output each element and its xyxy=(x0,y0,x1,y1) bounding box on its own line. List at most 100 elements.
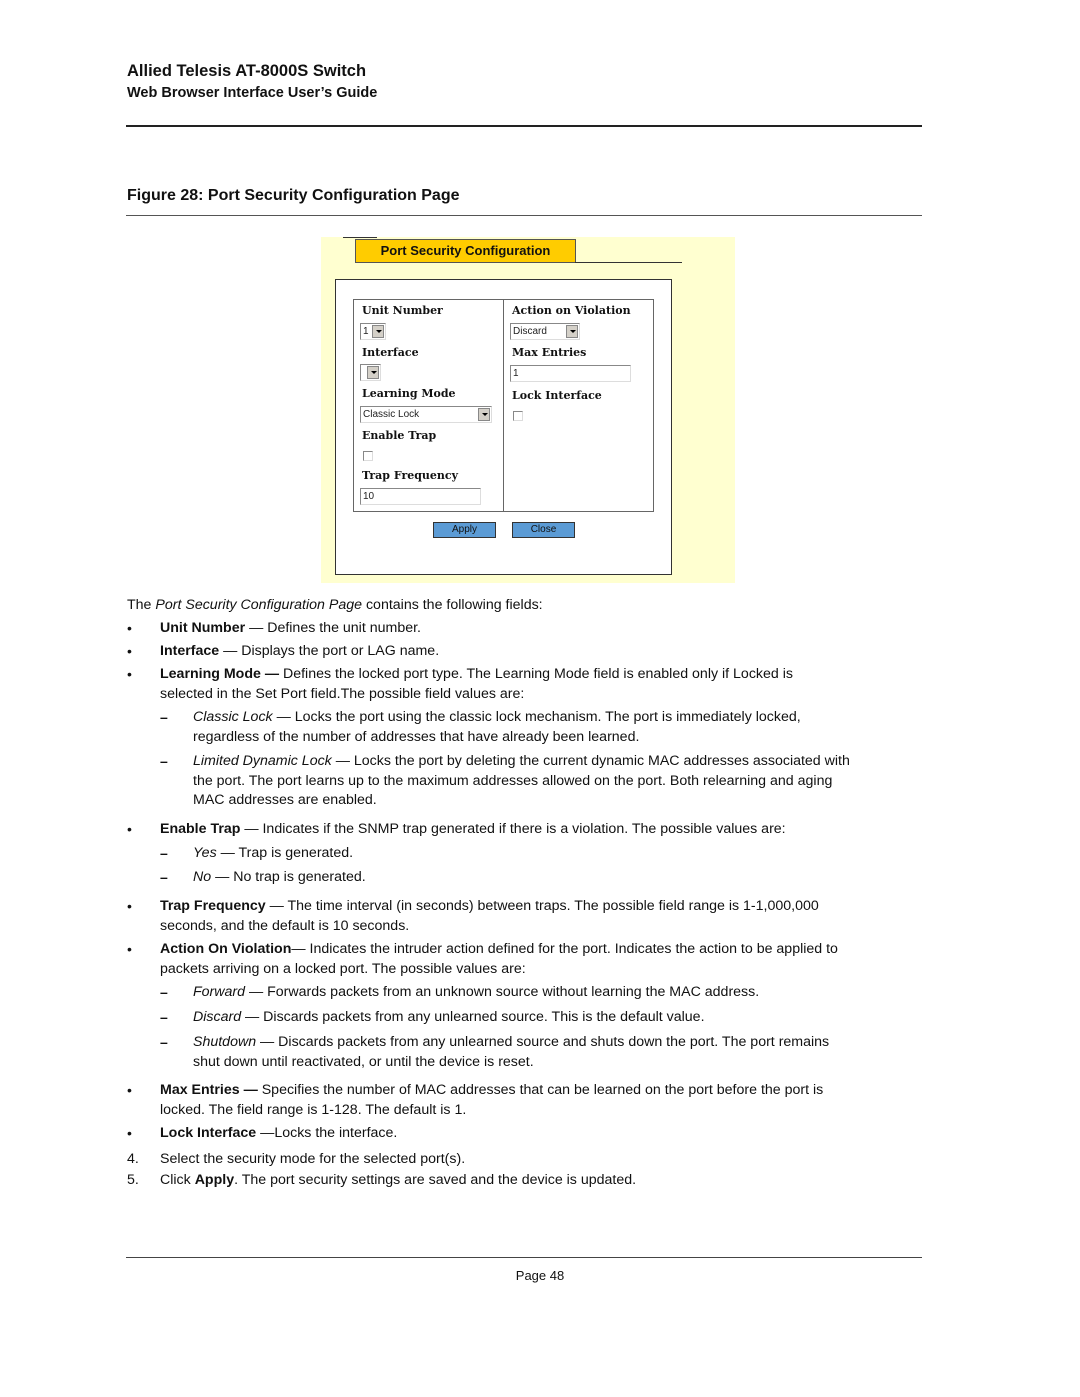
option-name: Shutdown xyxy=(193,1034,257,1050)
desc: Specifies the number of MAC addresses th… xyxy=(257,1082,824,1098)
dash-icon: – xyxy=(160,1034,168,1050)
close-button[interactable]: Close xyxy=(512,522,575,538)
field-lock-interface: Lock Interface —Locks the interface. xyxy=(160,1124,397,1144)
port-security-screenshot: Port Security Configuration Unit Number … xyxy=(321,237,735,583)
step-4-text: Select the security mode for the selecte… xyxy=(160,1151,466,1167)
option-discard: Discard — Discards packets from any unle… xyxy=(193,1008,705,1028)
dash-icon: – xyxy=(160,1009,168,1025)
action-on-violation-value: Discard xyxy=(513,326,547,337)
option-name: Discard xyxy=(193,1009,242,1025)
option-shutdown: Shutdown — Discards packets from any unl… xyxy=(193,1033,829,1072)
desc: —Locks the interface. xyxy=(256,1125,398,1141)
dash-icon: – xyxy=(160,869,168,885)
max-entries-input[interactable]: 1 xyxy=(510,365,631,382)
learning-mode-select[interactable]: Classic Lock xyxy=(360,406,492,423)
tab-port-security-configuration[interactable]: Port Security Configuration xyxy=(355,239,576,263)
step-5-text: Click Apply. The port security settings … xyxy=(160,1171,636,1191)
desc: — Displays the port or LAG name. xyxy=(219,643,440,659)
unit-number-select[interactable]: 1 xyxy=(360,323,386,340)
bullet-icon: • xyxy=(127,1082,132,1098)
lock-interface-checkbox[interactable] xyxy=(513,411,523,421)
apply-button[interactable]: Apply xyxy=(433,522,496,538)
step-strong: Apply xyxy=(194,1172,235,1188)
figure-divider xyxy=(126,215,922,216)
chevron-down-icon[interactable] xyxy=(566,325,578,338)
desc: regardless of the number of addresses th… xyxy=(193,728,640,745)
desc: — Trap is generated. xyxy=(216,845,354,861)
desc: — No trap is generated. xyxy=(211,869,366,885)
option-no: No — No trap is generated. xyxy=(193,868,366,888)
desc: Defines the locked port type. The Learni… xyxy=(279,666,793,682)
field-trap-frequency: Trap Frequency — The time interval (in s… xyxy=(160,897,819,936)
bullet-icon: • xyxy=(127,898,132,914)
desc: — Discards packets from any unlearned so… xyxy=(256,1034,830,1050)
dash-icon: – xyxy=(160,845,168,861)
page-number: Page 48 xyxy=(515,1268,565,1283)
interface-select[interactable] xyxy=(360,364,381,381)
learning-mode-value: Classic Lock xyxy=(363,409,420,420)
interface-label: Interface xyxy=(362,346,419,359)
intro-emphasis: Port Security Configuration Page xyxy=(155,597,363,613)
trap-frequency-label: Trap Frequency xyxy=(362,469,459,482)
tab-baseline xyxy=(575,262,682,263)
desc: — Discards packets from any unlearned so… xyxy=(241,1009,705,1025)
intro-post: contains the following fields: xyxy=(362,597,543,613)
bullet-icon: • xyxy=(127,643,132,659)
bullet-icon: • xyxy=(127,666,132,682)
desc: selected in the Set Port field.The possi… xyxy=(160,685,525,702)
term: Interface xyxy=(160,643,220,659)
option-name: Yes xyxy=(193,845,217,861)
unit-number-value: 1 xyxy=(363,326,369,337)
desc: — The time interval (in seconds) between… xyxy=(265,898,819,914)
option-name: Classic Lock xyxy=(193,709,273,725)
bullet-icon: • xyxy=(127,620,132,636)
bullet-icon: • xyxy=(127,941,132,957)
desc: MAC addresses are enabled. xyxy=(193,792,377,808)
intro-pre: The xyxy=(127,597,156,613)
step-number: 5. xyxy=(127,1172,139,1188)
right-column: Action on Violation Discard Max Entries … xyxy=(504,300,653,511)
config-form-grid: Unit Number 1 Interface Learning Mode Cl… xyxy=(353,299,654,512)
action-on-violation-label: Action on Violation xyxy=(512,304,631,317)
desc: seconds, and the default is 10 seconds. xyxy=(160,917,410,934)
field-action-on-violation: Action On Violation— Indicates the intru… xyxy=(160,940,838,979)
intro-paragraph: The Port Security Configuration Page con… xyxy=(127,596,543,616)
enable-trap-label: Enable Trap xyxy=(362,429,437,442)
desc: — Locks the port by deleting the current… xyxy=(331,753,850,769)
header-divider xyxy=(126,125,922,127)
step-number: 4. xyxy=(127,1151,139,1167)
option-yes: Yes — Trap is generated. xyxy=(193,844,353,864)
lock-interface-label: Lock Interface xyxy=(512,389,602,402)
document-subtitle: Web Browser Interface User’s Guide xyxy=(127,85,378,101)
dash-icon: – xyxy=(160,709,168,725)
field-enable-trap: Enable Trap — Indicates if the SNMP trap… xyxy=(160,820,786,840)
step-pre: Click xyxy=(160,1172,195,1188)
trap-frequency-input[interactable]: 10 xyxy=(360,488,481,505)
desc: — Locks the port using the classic lock … xyxy=(272,709,801,725)
document-title: Allied Telesis AT-8000S Switch xyxy=(127,62,367,80)
unit-number-label: Unit Number xyxy=(362,304,443,317)
action-on-violation-select[interactable]: Discard xyxy=(510,323,580,340)
term: Max Entries — xyxy=(160,1082,258,1098)
term: Enable Trap xyxy=(160,821,241,837)
field-max-entries: Max Entries — Specifies the number of MA… xyxy=(160,1081,823,1120)
enable-trap-checkbox[interactable] xyxy=(363,451,373,461)
desc: packets arriving on a locked port. The p… xyxy=(160,960,526,977)
term: Unit Number xyxy=(160,620,246,636)
figure-caption: Figure 28: Port Security Configuration P… xyxy=(127,187,460,204)
learning-mode-label: Learning Mode xyxy=(362,387,456,400)
option-classic-lock: Classic Lock — Locks the port using the … xyxy=(193,708,801,747)
field-learning-mode: Learning Mode — Defines the locked port … xyxy=(160,665,793,704)
chevron-down-icon[interactable] xyxy=(372,325,384,338)
field-unit-number: Unit Number — Defines the unit number. xyxy=(160,619,421,639)
dash-icon: – xyxy=(160,753,168,769)
tab-topline xyxy=(343,237,377,238)
field-interface: Interface — Displays the port or LAG nam… xyxy=(160,642,439,662)
config-panel: Unit Number 1 Interface Learning Mode Cl… xyxy=(335,279,672,575)
bullet-icon: • xyxy=(127,1125,132,1141)
chevron-down-icon[interactable] xyxy=(478,408,490,421)
term: Action On Violation xyxy=(160,941,292,957)
desc: — Defines the unit number. xyxy=(245,620,421,636)
option-name: No xyxy=(193,869,212,885)
chevron-down-icon[interactable] xyxy=(367,366,379,379)
